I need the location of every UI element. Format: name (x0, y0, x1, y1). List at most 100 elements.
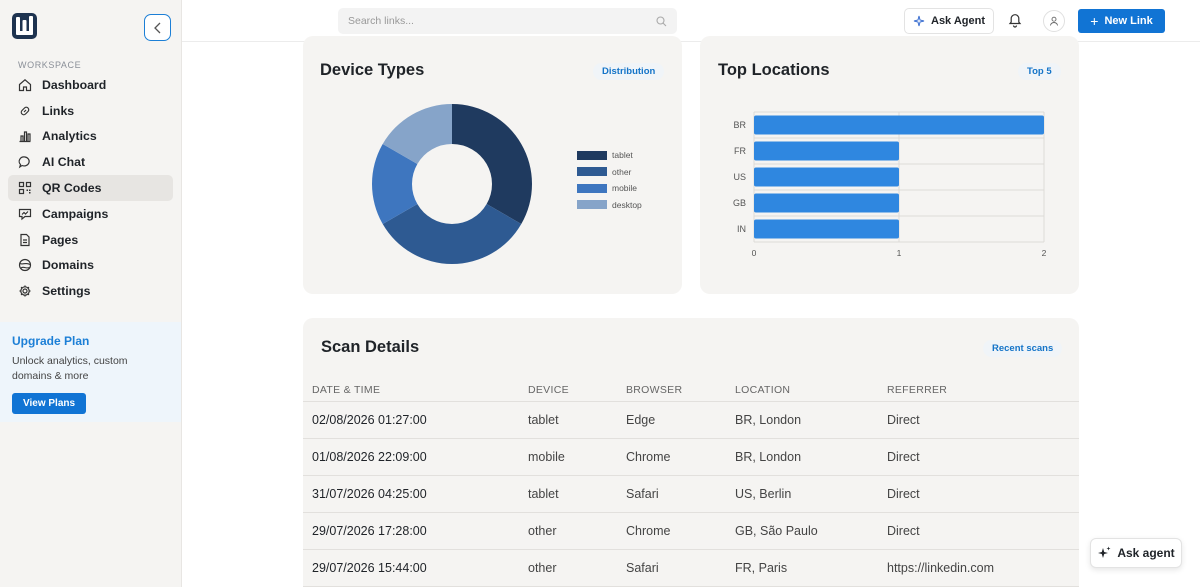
y-tick-label: US (733, 172, 746, 182)
y-tick-label: BR (733, 120, 746, 130)
table-row[interactable]: 31/07/2026 04:25:00 tablet Safari US, Berli… (303, 476, 1079, 513)
qr-code-icon (18, 181, 32, 195)
legend-item-other: other (577, 164, 642, 181)
table-cell: US, Berlin (735, 487, 792, 501)
chevron-left-icon (153, 22, 160, 33)
new-link-label: New Link (1104, 15, 1153, 27)
bell-icon[interactable] (1008, 12, 1022, 28)
bar-chart-icon (19, 131, 31, 143)
sidebar-item-settings[interactable]: Settings (8, 278, 173, 304)
table-row[interactable]: 02/08/2026 01:27:00 tablet Edge BR, London D… (303, 402, 1079, 439)
table-cell: 29/07/2026 15:44:00 (312, 561, 427, 575)
sidebar-item-domains[interactable]: Domains (8, 253, 173, 279)
page-icon (20, 233, 30, 246)
sparkle-icon (1098, 546, 1111, 558)
logo-icon[interactable] (12, 13, 37, 39)
table-cell: Direct (887, 450, 920, 464)
collapse-sidebar-button[interactable] (144, 14, 171, 41)
table-cell: GB, São Paulo (735, 524, 818, 538)
table-cell: other (528, 561, 557, 575)
column-header: BROWSER (626, 384, 683, 396)
sidebar-item-links[interactable]: Links (8, 98, 173, 124)
table-cell: Safari (626, 487, 659, 501)
bar-GB (754, 193, 899, 213)
table-row[interactable]: 01/08/2026 22:09:00 mobile Chrome BR, Londo… (303, 439, 1079, 476)
view-plans-button[interactable]: View Plans (12, 393, 87, 414)
table-cell: Direct (887, 524, 920, 538)
sidebar-item-label: AI Chat (42, 155, 86, 170)
floating-ask-agent-button[interactable]: Ask agent (1090, 538, 1182, 568)
table-cell: Safari (626, 561, 659, 575)
user-icon (1050, 16, 1058, 26)
upgrade-panel: Upgrade Plan Unlock analytics, custom do… (0, 322, 181, 422)
column-header: REFERRER (887, 384, 948, 396)
table-cell: FR, Paris (735, 561, 788, 575)
table-header: DATE & TIME DEVICE BROWSER LOCATION REFE… (303, 380, 1079, 402)
column-header: LOCATION (735, 384, 791, 396)
table-cell: Chrome (626, 450, 671, 464)
table-cell: Direct (887, 487, 920, 501)
donut-slice-other[interactable] (382, 204, 522, 264)
card-title: Scan Details (321, 338, 420, 356)
sidebar-item-analytics[interactable]: Analytics (8, 124, 173, 150)
new-link-button[interactable]: + New Link (1078, 9, 1165, 33)
sidebar-item-label: Campaigns (42, 206, 109, 221)
legend-swatch (577, 183, 607, 193)
top-locations-card: Top Locations Top 5 BR FR US GB IN 0 1 2 (700, 36, 1079, 294)
y-tick-label: IN (737, 224, 746, 234)
sidebar-item-label: Domains (42, 258, 94, 273)
y-tick-label: GB (733, 198, 746, 208)
table-cell: BR, London (735, 450, 802, 464)
ask-agent-label: Ask Agent (931, 15, 985, 27)
table-cell: tablet (528, 413, 559, 427)
search-icon (656, 16, 667, 27)
x-tick-label: 2 (1042, 248, 1047, 258)
legend-item-mobile: mobile (577, 180, 642, 197)
y-tick-label: FR (734, 146, 746, 156)
sidebar-item-label: Links (42, 103, 75, 118)
sidebar-item-label: Dashboard (42, 77, 107, 92)
chat-icon (18, 156, 30, 169)
sidebar-item-qr-codes[interactable]: QR Codes (8, 175, 173, 201)
bar-FR (754, 141, 899, 161)
sidebar-item-campaigns[interactable]: Campaigns (8, 201, 173, 227)
bar-IN (754, 219, 899, 239)
locations-bar-chart: BR FR US GB IN 0 1 2 (733, 111, 1047, 258)
sidebar-item-label: Analytics (42, 129, 97, 144)
legend-swatch (577, 150, 607, 160)
table-cell: BR, London (735, 413, 802, 427)
sidebar-nav: Dashboard Links Analytics AI Chat QR Cod… (8, 72, 173, 304)
sidebar-item-ai-chat[interactable]: AI Chat (8, 149, 173, 175)
legend-label: mobile (612, 183, 638, 194)
table-cell: other (528, 524, 557, 538)
legend-item-tablet: tablet (577, 147, 642, 164)
table-cell: tablet (528, 487, 559, 501)
table-cell: https://linkedin.com (887, 561, 994, 575)
sidebar-item-dashboard[interactable]: Dashboard (8, 72, 173, 98)
sidebar-item-label: Settings (42, 284, 91, 299)
column-header: DATE & TIME (312, 384, 381, 396)
table-cell: 31/07/2026 04:25:00 (312, 487, 427, 501)
ask-agent-button[interactable]: Ask Agent (904, 8, 994, 34)
recent-scans-badge: Recent scans (983, 340, 1063, 357)
table-row[interactable]: 29/07/2026 15:44:00 other Safari FR, Paris h… (303, 550, 1079, 587)
plus-icon: + (1090, 13, 1099, 29)
bar-BR (754, 115, 1044, 135)
table-cell: Chrome (626, 524, 671, 538)
table-row[interactable]: 29/07/2026 17:28:00 other Chrome GB, São Pa… (303, 513, 1079, 550)
table-cell: Direct (887, 413, 920, 427)
user-avatar-button[interactable] (1043, 10, 1065, 32)
legend-label: desktop (612, 199, 642, 210)
table-cell: 02/08/2026 01:27:00 (312, 413, 427, 427)
legend-swatch (577, 200, 607, 210)
sidebar-item-pages[interactable]: Pages (8, 227, 173, 253)
floating-ask-agent-label: Ask agent (1117, 546, 1175, 560)
search-input[interactable]: Search links... (338, 8, 677, 34)
device-legend: tablet other mobile desktop (577, 147, 642, 213)
table-cell: 29/07/2026 17:28:00 (312, 524, 427, 538)
x-tick-label: 0 (752, 248, 757, 258)
legend-item-desktop: desktop (577, 197, 642, 214)
sidebar-item-label: QR Codes (42, 181, 102, 196)
bar-US (754, 167, 899, 187)
donut-slice-tablet[interactable] (452, 104, 532, 224)
